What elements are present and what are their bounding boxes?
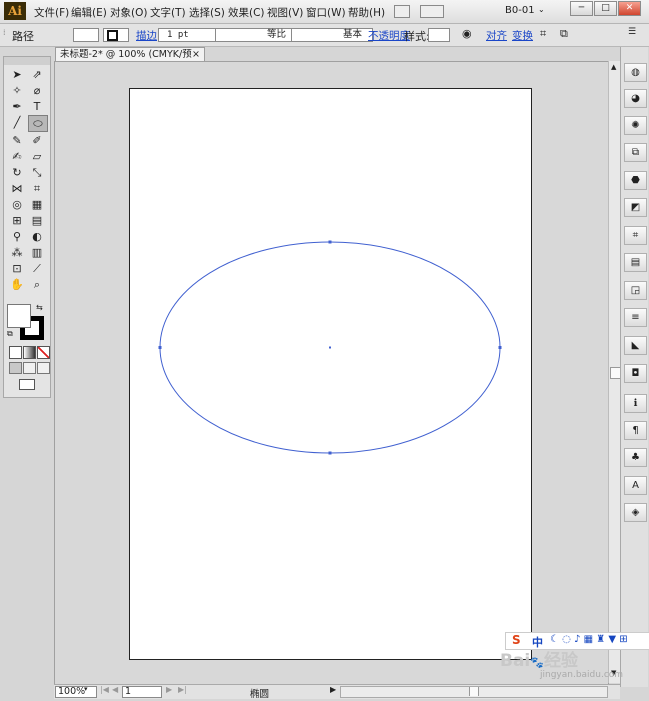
swatches-panel-icon[interactable]: ✺ bbox=[624, 116, 647, 135]
gradient-panel-icon[interactable]: ◣ bbox=[624, 336, 647, 355]
horizontal-scrollbar[interactable] bbox=[340, 686, 608, 698]
image-trace-panel-icon[interactable]: ◘ bbox=[624, 364, 647, 383]
panel-dock: ◍ ◕ ✺ ⧉ ⬣ ◩ ⌗ ▤ ◲ ≡ ◣ ◘ ℹ ¶ ♣ A ◈ bbox=[620, 47, 648, 687]
transform-panel-icon[interactable]: ⌗ bbox=[624, 226, 647, 245]
symbols-panel-icon[interactable]: ♣ bbox=[624, 448, 647, 467]
last-artboard-icon[interactable]: ▶| bbox=[178, 685, 187, 694]
selected-ellipse[interactable] bbox=[0, 0, 649, 701]
color-guide-panel-icon[interactable]: ◕ bbox=[624, 89, 647, 108]
anchor-point[interactable] bbox=[158, 346, 162, 349]
status-menu-icon[interactable]: ▶ bbox=[330, 685, 336, 694]
scroll-up-icon[interactable]: ▲ bbox=[611, 63, 616, 71]
sogou-icon: S bbox=[512, 633, 521, 647]
character-panel-icon[interactable]: A bbox=[624, 476, 647, 495]
baidu-logo: Bai🐾经验 bbox=[500, 651, 578, 671]
horizontal-scroll-thumb[interactable] bbox=[469, 687, 479, 696]
info-panel-icon[interactable]: ℹ bbox=[624, 394, 647, 413]
anchor-point[interactable] bbox=[328, 451, 332, 455]
next-artboard-icon[interactable]: ▶ bbox=[166, 685, 172, 694]
transparency-panel-icon[interactable]: ⧉ bbox=[624, 143, 647, 162]
graphic-styles-panel-icon[interactable]: ◩ bbox=[624, 198, 647, 217]
stroke-panel-icon[interactable]: ≡ bbox=[624, 308, 647, 327]
ime-icons: ☾ ◌ ♪ ▦ ♜ ▼ ⊞ bbox=[550, 634, 628, 645]
paragraph-panel-icon[interactable]: ¶ bbox=[624, 421, 647, 440]
watermark-url: jingyan.baidu.com bbox=[540, 670, 624, 680]
layers-panel-icon[interactable]: ◈ bbox=[624, 503, 647, 522]
appearance-panel-icon[interactable]: ⬣ bbox=[624, 171, 647, 190]
first-artboard-icon[interactable]: |◀ bbox=[100, 685, 109, 694]
artboard-number-field[interactable]: 1 bbox=[122, 686, 162, 698]
zoom-dropdown-icon[interactable]: ▾ bbox=[84, 685, 88, 693]
anchor-point[interactable] bbox=[498, 346, 502, 349]
color-panel-icon[interactable]: ◍ bbox=[624, 63, 647, 82]
zoom-field[interactable]: 100% bbox=[55, 686, 97, 698]
previous-artboard-icon[interactable]: ◀ bbox=[112, 685, 118, 694]
align-panel-icon[interactable]: ▤ bbox=[624, 253, 647, 272]
fill-color-swatch[interactable] bbox=[7, 304, 31, 328]
current-tool-status: 椭圆 bbox=[250, 689, 270, 700]
center-point bbox=[329, 346, 331, 349]
anchor-point[interactable] bbox=[328, 240, 332, 244]
pathfinder-panel-icon[interactable]: ◲ bbox=[624, 281, 647, 300]
status-bar: 100% ▾ |◀ ◀ 1 ▶ ▶| 椭圆 ▶ bbox=[54, 684, 620, 700]
